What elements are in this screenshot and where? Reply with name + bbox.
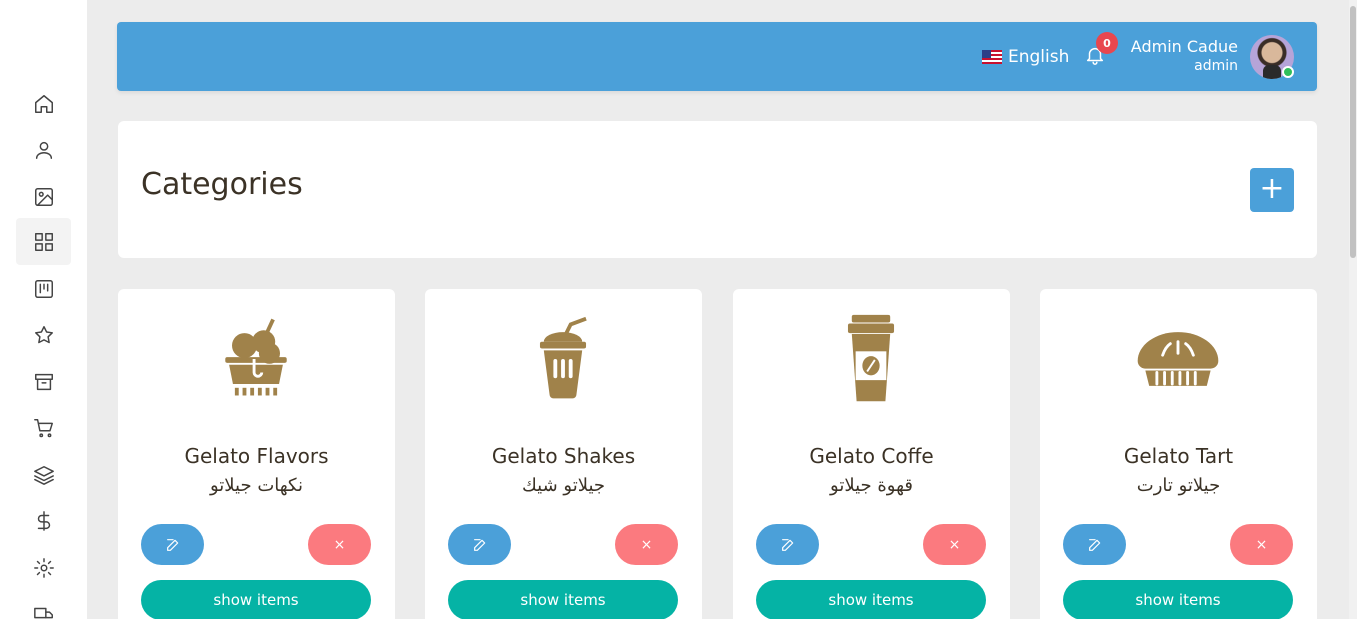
sidebar-item-board[interactable]	[16, 265, 71, 312]
page-header-card: Categories +	[118, 121, 1317, 258]
edit-icon	[781, 538, 793, 551]
tart-icon	[1128, 309, 1228, 409]
user-role: admin	[1194, 58, 1238, 74]
category-name: Gelato Tart	[1123, 444, 1234, 468]
cart-icon	[33, 418, 53, 437]
settings-icon	[33, 557, 54, 578]
sidebar-item-delivery[interactable]	[16, 590, 71, 619]
page-scrollbar[interactable]	[1349, 0, 1357, 619]
category-name: Gelato Flavors	[184, 444, 329, 468]
category-name-arabic: جيلاتو تارت	[1136, 475, 1221, 496]
category-name-arabic: نكهات جيلاتو	[209, 475, 303, 496]
layers-icon	[33, 465, 54, 485]
sidebar-item-images[interactable]	[16, 173, 71, 220]
scrollbar-thumb[interactable]	[1350, 6, 1356, 258]
delete-category-button[interactable]: ×	[1230, 524, 1293, 565]
language-label: English	[1008, 47, 1070, 67]
category-card: Gelato Tart جيلاتو تارت × show items	[1040, 289, 1317, 619]
language-selector[interactable]: English	[982, 47, 1069, 67]
category-name-arabic: قهوة جيلاتو	[830, 475, 913, 496]
notification-count-badge: 0	[1096, 32, 1118, 54]
ice-cream-cup-icon	[206, 309, 306, 409]
sidebar-item-cart[interactable]	[16, 404, 71, 451]
sidebar-item-archive[interactable]	[16, 358, 71, 405]
delete-category-button[interactable]: ×	[923, 524, 986, 565]
grid-icon	[34, 232, 53, 251]
home-icon	[34, 94, 53, 113]
sidebar-item-home[interactable]	[16, 80, 71, 127]
user-name: Admin Cadue	[1130, 37, 1238, 56]
show-items-button[interactable]: show items	[756, 580, 986, 619]
category-card: Gelato Coffe قهوة جيلاتو × show items	[733, 289, 1010, 619]
shake-cup-icon	[513, 309, 613, 409]
sidebar	[0, 0, 87, 619]
sidebar-item-users[interactable]	[16, 126, 71, 173]
sidebar-item-layers[interactable]	[16, 451, 71, 498]
category-name-arabic: جيلاتو شيك	[521, 475, 605, 496]
sidebar-item-settings[interactable]	[16, 544, 71, 591]
edit-category-button[interactable]	[141, 524, 204, 565]
show-items-button[interactable]: show items	[141, 580, 371, 619]
top-header: English 0 Admin Cadue admin	[117, 22, 1317, 91]
truck-icon	[33, 607, 53, 618]
image-icon	[34, 187, 53, 206]
star-icon	[34, 325, 53, 343]
edit-category-button[interactable]	[756, 524, 819, 565]
delete-category-button[interactable]: ×	[615, 524, 678, 565]
edit-icon	[473, 538, 485, 551]
archive-icon	[34, 373, 53, 390]
show-items-button[interactable]: show items	[448, 580, 678, 619]
category-name: Gelato Coffe	[809, 444, 934, 468]
dollar-icon	[37, 510, 50, 531]
user-icon	[35, 141, 52, 159]
online-status-dot	[1282, 66, 1294, 78]
coffee-cup-icon	[821, 309, 921, 409]
show-items-button[interactable]: show items	[1063, 580, 1293, 619]
add-category-button[interactable]: +	[1250, 168, 1294, 212]
delete-category-button[interactable]: ×	[308, 524, 371, 565]
category-card: Gelato Flavors نكهات جيلاتو × show items	[118, 289, 395, 619]
sidebar-item-payments[interactable]	[16, 497, 71, 544]
edit-icon	[166, 538, 178, 551]
category-name: Gelato Shakes	[491, 444, 636, 468]
sidebar-item-categories[interactable]	[16, 218, 71, 265]
us-flag-icon	[982, 50, 1002, 64]
edit-category-button[interactable]	[1063, 524, 1126, 565]
category-card: Gelato Shakes جيلاتو شيك × show items	[425, 289, 702, 619]
page-title: Categories	[141, 167, 303, 202]
edit-category-button[interactable]	[448, 524, 511, 565]
edit-icon	[1088, 538, 1100, 551]
board-icon	[34, 279, 53, 298]
sidebar-item-favorites[interactable]	[16, 311, 71, 358]
